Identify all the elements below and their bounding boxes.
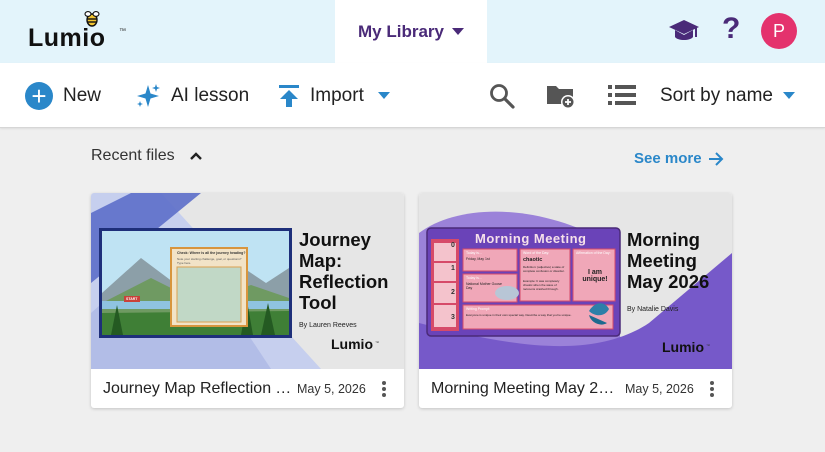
- thumb-author: By Lauren Reeves: [299, 322, 357, 329]
- sparkle-icon: [137, 83, 160, 107]
- thumb-lumio-logo: Lumio: [662, 339, 704, 355]
- search-icon[interactable]: [489, 83, 515, 109]
- recent-files-toggle[interactable]: Recent files: [91, 147, 203, 165]
- more-options-icon[interactable]: [707, 378, 717, 400]
- chevron-up-icon: [189, 152, 202, 160]
- file-date: May 5, 2026: [625, 382, 694, 396]
- sort-label: Sort by name: [660, 84, 773, 106]
- slide-today-in: Today is...: [466, 276, 482, 280]
- file-card-footer: Journey Map Reflection Tool May 5, 2026: [91, 369, 404, 408]
- arrow-right-icon: [708, 151, 723, 166]
- slide-ladder-3: 3: [451, 314, 455, 321]
- import-button[interactable]: Import: [278, 63, 390, 128]
- see-more-label: See more: [634, 150, 702, 167]
- slide-ladder-0: 0: [451, 242, 455, 249]
- slide-start-tag: START: [126, 297, 138, 301]
- caret-down-icon: [451, 28, 464, 35]
- slide-ladder-2: 2: [451, 289, 455, 296]
- slide-definition: Definition: (adjective) a state of compl…: [523, 265, 565, 273]
- sort-dropdown[interactable]: Sort by name: [660, 63, 795, 128]
- thumb-title: Morning Meeting May 2026: [627, 229, 710, 292]
- more-options-icon[interactable]: [379, 378, 389, 400]
- file-card[interactable]: Check: Where is all the journey heading?…: [91, 193, 404, 408]
- file-thumbnail: Morning Meeting 0 1 2 3 Today is... Frid…: [419, 193, 732, 369]
- thumb-lumio-logo: Lumio: [331, 336, 373, 352]
- ai-lesson-button[interactable]: AI lesson: [135, 63, 249, 128]
- file-card[interactable]: Morning Meeting 0 1 2 3 Today is... Frid…: [419, 193, 732, 408]
- file-date: May 5, 2026: [297, 382, 366, 396]
- new-folder-icon[interactable]: [546, 82, 576, 110]
- file-thumbnail: Check: Where is all the journey heading?…: [91, 193, 404, 369]
- list-view-icon[interactable]: [608, 84, 636, 106]
- file-name: Morning Meeting May 2026: [431, 380, 621, 397]
- slide-subprompt: Note your starting challenge, goal, or q…: [177, 257, 242, 265]
- upload-icon: [279, 84, 299, 107]
- graduation-cap-icon[interactable]: [668, 15, 700, 47]
- file-name: Journey Map Reflection Tool: [103, 380, 293, 397]
- slide-word: chaotic: [523, 257, 543, 263]
- thumb-lumio-tm: ™: [375, 340, 379, 345]
- help-icon[interactable]: ?: [722, 12, 740, 46]
- slide-today-value: Friday, May 1st: [466, 257, 490, 261]
- thumb-author: By Natalie Davis: [627, 306, 679, 313]
- tab-my-library[interactable]: My Library: [335, 0, 487, 63]
- slide-affirm-label: Affirmation of the Day:: [576, 251, 611, 255]
- new-button[interactable]: + New: [25, 63, 101, 128]
- user-avatar[interactable]: P: [761, 13, 797, 49]
- slide-writing: Everyone is unique in their own special …: [466, 313, 572, 317]
- new-button-label: New: [63, 84, 102, 106]
- slide-today: Today is...: [466, 251, 482, 255]
- toolbar: + New AI lesson Import Sort by name: [0, 63, 825, 128]
- plus-icon: +: [25, 81, 53, 110]
- slide-word-label: Word of the Day:: [523, 251, 550, 255]
- tab-my-library-label: My Library: [358, 21, 444, 41]
- lumio-logo[interactable]: Lumio ™: [28, 10, 138, 56]
- slide-prompt: Check: Where is all the journey heading?: [177, 251, 246, 255]
- sort-caret-icon: [783, 92, 795, 99]
- logo-trademark: ™: [119, 28, 126, 35]
- slide-affirm: I am unique!: [582, 269, 608, 283]
- file-card-footer: Morning Meeting May 2026 May 5, 2026: [419, 369, 732, 408]
- thumb-title: Journey Map: Reflection Tool: [299, 229, 389, 313]
- slide-national: National Mother Goose Day: [466, 282, 502, 290]
- slide-heading: Morning Meeting: [475, 231, 587, 246]
- import-caret-icon: [377, 92, 390, 99]
- import-label: Import: [310, 84, 364, 106]
- recent-files-heading: Recent files: [91, 147, 175, 164]
- slide-writing-label: Writing Prompt:: [466, 307, 491, 311]
- thumb-lumio-tm: ™: [706, 343, 710, 348]
- top-bar: Lumio ™ My Library ? P: [0, 0, 825, 63]
- logo-wordmark: Lumio: [28, 24, 106, 52]
- see-more-link[interactable]: See more: [634, 150, 724, 167]
- slide-example: Example: It was completely chaotic when …: [523, 279, 560, 291]
- ai-lesson-label: AI lesson: [171, 84, 250, 106]
- slide-ladder-1: 1: [451, 265, 455, 272]
